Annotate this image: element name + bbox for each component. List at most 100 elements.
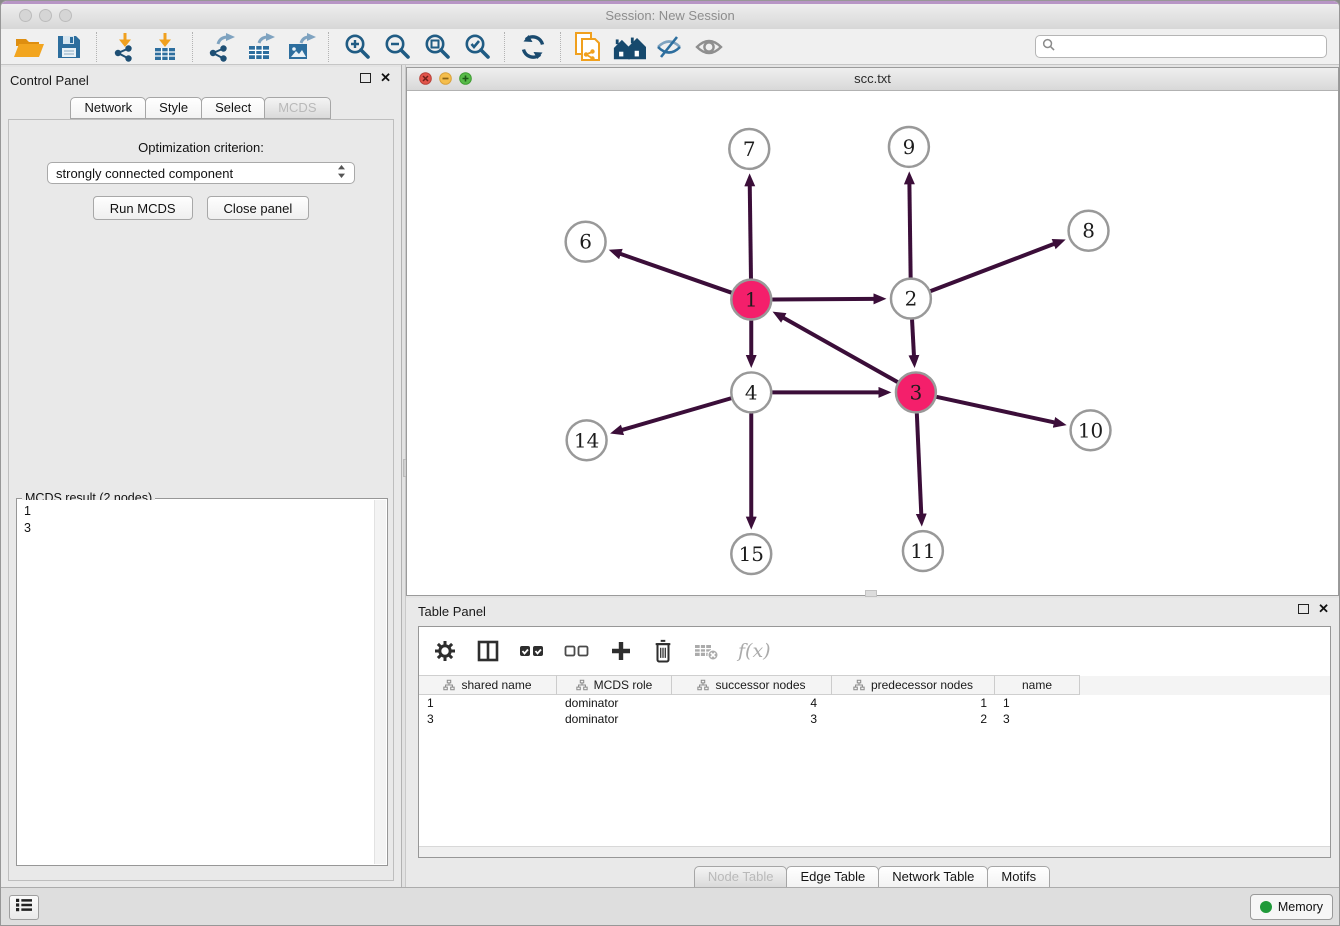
zoom-fit-icon[interactable] xyxy=(420,31,454,63)
graph-node-11[interactable] xyxy=(903,531,943,571)
graph-node-10[interactable] xyxy=(1071,410,1111,450)
graph-edge-2-3[interactable] xyxy=(912,320,914,356)
save-session-icon[interactable] xyxy=(52,31,86,63)
mcds-result-textarea[interactable]: 13 xyxy=(18,500,386,864)
zoom-in-icon[interactable] xyxy=(340,31,374,63)
graph-edge-3-1[interactable] xyxy=(783,318,897,382)
table-row[interactable]: 1dominator411 xyxy=(419,695,1330,711)
column-header-successor-nodes[interactable]: successor nodes xyxy=(672,675,832,695)
search-icon xyxy=(1042,38,1055,56)
table-cell: 3 xyxy=(419,712,557,726)
search-input[interactable] xyxy=(1059,39,1320,55)
split-grab-icon[interactable] xyxy=(865,590,877,597)
graph-node-9[interactable] xyxy=(889,127,929,167)
float-panel-icon[interactable] xyxy=(360,73,371,83)
table-panel-title: Table Panel xyxy=(418,604,486,619)
create-column-icon[interactable] xyxy=(609,639,633,663)
graph-node-15[interactable] xyxy=(731,534,771,574)
graph-node-14[interactable] xyxy=(567,420,607,460)
graph-node-1[interactable] xyxy=(731,280,771,320)
table-settings-gear-icon[interactable] xyxy=(433,639,457,663)
graph-node-8[interactable] xyxy=(1069,211,1109,251)
refresh-view-icon[interactable] xyxy=(516,31,550,63)
toolbar-buttons xyxy=(9,31,729,63)
list-icon xyxy=(14,897,34,918)
criterion-dropdown[interactable]: strongly connected component xyxy=(47,162,355,184)
graph-node-6[interactable] xyxy=(566,222,606,262)
column-header-shared-name[interactable]: shared name xyxy=(419,675,557,695)
optimization-criterion-label: Optimization criterion: xyxy=(9,140,393,155)
header-filler xyxy=(1080,675,1330,695)
graph-edge-1-7[interactable] xyxy=(750,186,751,279)
memory-status-icon xyxy=(1260,901,1272,913)
network-window: scc.txt 7968124314101511 xyxy=(406,67,1339,596)
toolbar-separator xyxy=(96,32,98,62)
run-mcds-button[interactable]: Run MCDS xyxy=(93,196,193,220)
sort-tree-icon xyxy=(697,679,709,691)
graph-edge-1-6[interactable] xyxy=(620,254,731,293)
column-header-name[interactable]: name xyxy=(995,675,1080,695)
tab-node-table[interactable]: Node Table xyxy=(694,866,788,888)
table-row[interactable]: 3dominator323 xyxy=(419,711,1330,727)
column-header-MCDS-role[interactable]: MCDS role xyxy=(557,675,672,695)
apply-layout-homes-icon[interactable] xyxy=(612,31,646,63)
export-image-icon[interactable] xyxy=(284,31,318,63)
table-cell: 1 xyxy=(419,696,557,710)
delete-column-icon[interactable] xyxy=(652,638,674,664)
memory-button[interactable]: Memory xyxy=(1250,894,1333,920)
graph-node-4[interactable] xyxy=(731,372,771,412)
toggle-columns-icon[interactable] xyxy=(476,639,500,663)
table-hscrollbar[interactable] xyxy=(419,846,1330,857)
close-table-panel-icon[interactable]: ✕ xyxy=(1318,604,1329,614)
tab-mcds[interactable]: MCDS xyxy=(264,97,330,119)
search-box[interactable] xyxy=(1035,35,1327,58)
graph-node-2[interactable] xyxy=(891,279,931,319)
close-panel-icon[interactable]: ✕ xyxy=(380,73,391,83)
table-tabs: Node TableEdge TableNetwork TableMotifs xyxy=(406,866,1339,888)
column-label: MCDS role xyxy=(594,678,653,692)
show-view-icon[interactable] xyxy=(692,31,726,63)
dropdown-stepper-icon xyxy=(337,164,346,182)
graph-edge-2-9[interactable] xyxy=(909,184,910,278)
tab-select[interactable]: Select xyxy=(201,97,265,119)
deselect-all-rows-icon[interactable] xyxy=(564,639,590,663)
graph-edge-3-10[interactable] xyxy=(936,397,1054,423)
control-panel: Control Panel ✕ NetworkStyleSelectMCDS O… xyxy=(1,67,401,887)
tab-style[interactable]: Style xyxy=(145,97,202,119)
mcds-result-groupbox: MCDS result (2 nodes) 13 xyxy=(16,498,388,866)
clone-network-icon[interactable] xyxy=(572,31,606,63)
import-network-icon[interactable] xyxy=(108,31,142,63)
zoom-out-icon[interactable] xyxy=(380,31,414,63)
network-canvas[interactable]: 7968124314101511 xyxy=(407,91,1338,595)
graph-edge-1-2[interactable] xyxy=(772,299,874,300)
status-bar: Memory xyxy=(1,887,1339,925)
zoom-selected-icon[interactable] xyxy=(460,31,494,63)
tab-network[interactable]: Network xyxy=(70,97,146,119)
graph-node-3[interactable] xyxy=(896,372,936,412)
graph-edge-3-11[interactable] xyxy=(917,413,921,514)
hide-graphics-details-icon[interactable] xyxy=(652,31,686,63)
apply-function-icon: f(x) xyxy=(738,640,771,662)
tab-network-table[interactable]: Network Table xyxy=(878,866,988,888)
tab-edge-table[interactable]: Edge Table xyxy=(786,866,879,888)
sort-tree-icon xyxy=(443,679,455,691)
toolbar-separator xyxy=(504,32,506,62)
task-history-button[interactable] xyxy=(9,895,39,920)
column-header-predecessor-nodes[interactable]: predecessor nodes xyxy=(832,675,995,695)
graph-node-7[interactable] xyxy=(729,129,769,169)
close-panel-button[interactable]: Close panel xyxy=(207,196,310,220)
export-network-icon[interactable] xyxy=(204,31,238,63)
select-all-rows-icon[interactable] xyxy=(519,639,545,663)
mcds-panel-body: Optimization criterion: strongly connect… xyxy=(8,119,394,881)
result-scrollbar[interactable] xyxy=(374,500,386,864)
export-table-icon[interactable] xyxy=(244,31,278,63)
result-line: 1 xyxy=(24,503,380,520)
graph-edge-4-14[interactable] xyxy=(622,398,731,430)
graph-edge-2-8[interactable] xyxy=(930,244,1054,291)
tab-motifs[interactable]: Motifs xyxy=(987,866,1050,888)
table-cell: 3 xyxy=(995,712,1080,726)
float-table-panel-icon[interactable] xyxy=(1298,604,1309,614)
table-cell: dominator xyxy=(557,712,672,726)
import-table-icon[interactable] xyxy=(148,31,182,63)
open-session-icon[interactable] xyxy=(12,31,46,63)
